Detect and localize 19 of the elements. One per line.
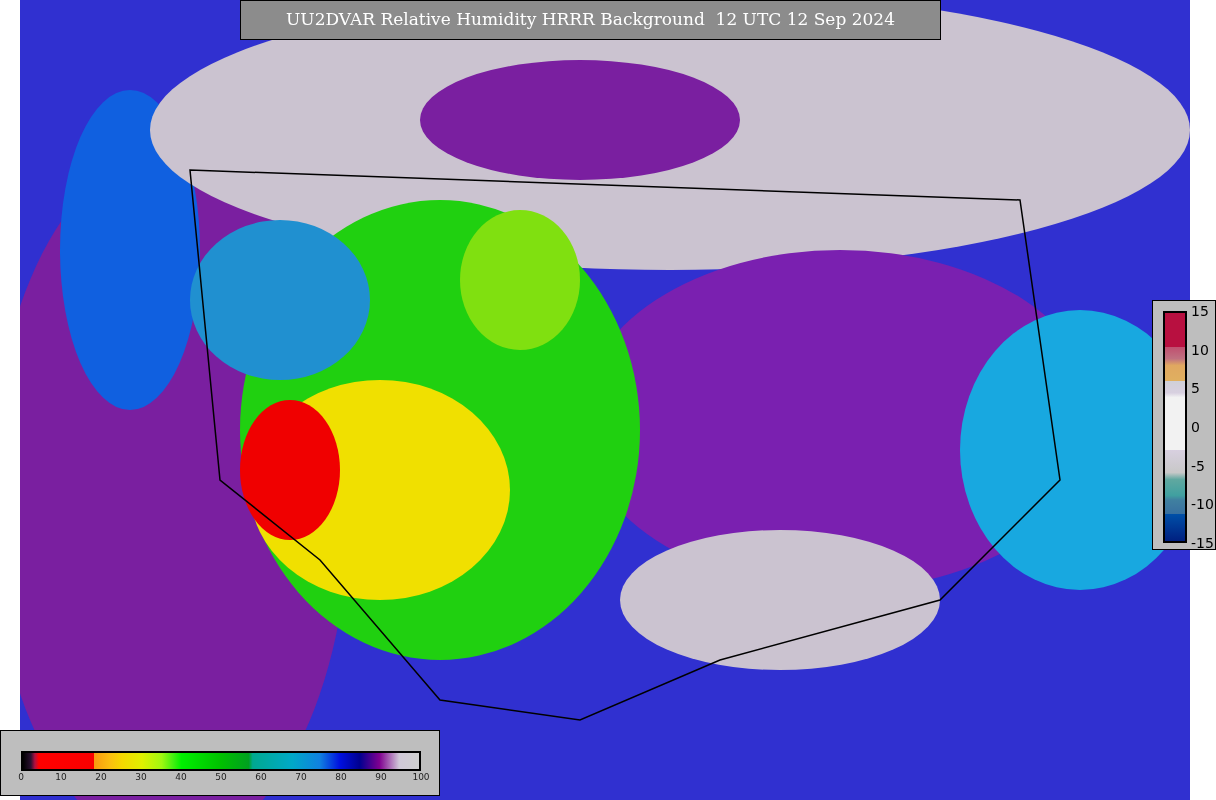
tick-label: 80 [335, 773, 347, 782]
tick-label: -10 [1191, 497, 1214, 512]
tick-label: 30 [135, 773, 147, 782]
tick-label: 40 [175, 773, 187, 782]
tick-label: 90 [375, 773, 387, 782]
tick-label: 100 [412, 773, 430, 782]
tick-label: -15 [1191, 536, 1214, 550]
map-title: UU2DVAR Relative Humidity HRRR Background 12 UTC 12 Sep 2024 [240, 0, 941, 40]
tick-label: 0 [18, 773, 24, 782]
tick-label: 5 [1191, 381, 1200, 396]
tick-label: 15 [1191, 304, 1209, 318]
tick-label: 10 [1191, 342, 1209, 357]
tick-label: 20 [95, 773, 107, 782]
tick-label: 0 [1191, 420, 1200, 434]
tick-label: 50 [215, 773, 227, 782]
tick-label: 60 [255, 773, 267, 782]
tick-label: 70 [295, 773, 307, 782]
tick-label: -5 [1191, 458, 1205, 473]
tick-label: 10 [55, 773, 67, 782]
